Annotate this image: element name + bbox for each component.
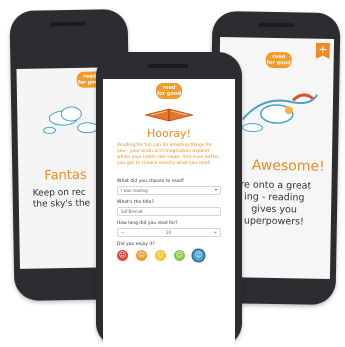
rating-face-neutral-icon[interactable]: ☺ [155, 250, 166, 261]
chevron-down-icon: ▾ [214, 187, 217, 192]
rating-face-very-sad-icon[interactable]: ☹ [117, 250, 128, 261]
left-screen-body: Keep on rec the sky's the [32, 187, 91, 210]
left-screen-heading: Fantas [44, 167, 87, 184]
clouds-illustration [43, 106, 99, 134]
phone-speaker [49, 21, 86, 27]
enjoy-label: Did you enjoy it? [117, 242, 155, 247]
rating-face-very-happy-icon[interactable]: ☺ [193, 250, 204, 261]
open-book-illustration [144, 108, 194, 122]
what-read-value: I was reading [121, 188, 148, 193]
title-value: Sid Bennet [121, 209, 143, 214]
right-screen-heading: Awesome! [251, 157, 325, 175]
duration-stepper[interactable]: − 20 + [117, 228, 221, 237]
how-long-label: How long did you read for? [117, 221, 178, 226]
rating-face-happy-icon[interactable]: ☺ [174, 250, 185, 261]
title-label: What's the title? [117, 200, 154, 205]
rating-face-sad-icon[interactable]: ☹ [136, 250, 147, 261]
what-read-label: What did you choose to read? [117, 179, 185, 184]
superhero-bird-illustration [241, 93, 318, 133]
center-screen-heading: Hooray! [147, 127, 191, 140]
what-read-select[interactable]: I was reading ▾ [117, 186, 221, 195]
brand-logo: read for good [156, 83, 182, 99]
center-phone: read for good Hooray! Reading for fun can… [96, 52, 242, 347]
minus-button[interactable]: − [121, 230, 124, 236]
phone-speaker [258, 22, 295, 28]
title-input[interactable]: Sid Bennet [117, 207, 221, 216]
center-phone-screen: read for good Hooray! Reading for fun can… [103, 79, 235, 347]
duration-value: 20 [166, 230, 172, 235]
center-screen-intro: Reading for fun can do amazing things fo… [117, 143, 221, 166]
phone-speaker [148, 64, 188, 68]
plus-button[interactable]: + [214, 230, 217, 236]
brand-logo: read for good [265, 51, 292, 69]
bookmark-plus-icon[interactable]: + [316, 43, 330, 59]
